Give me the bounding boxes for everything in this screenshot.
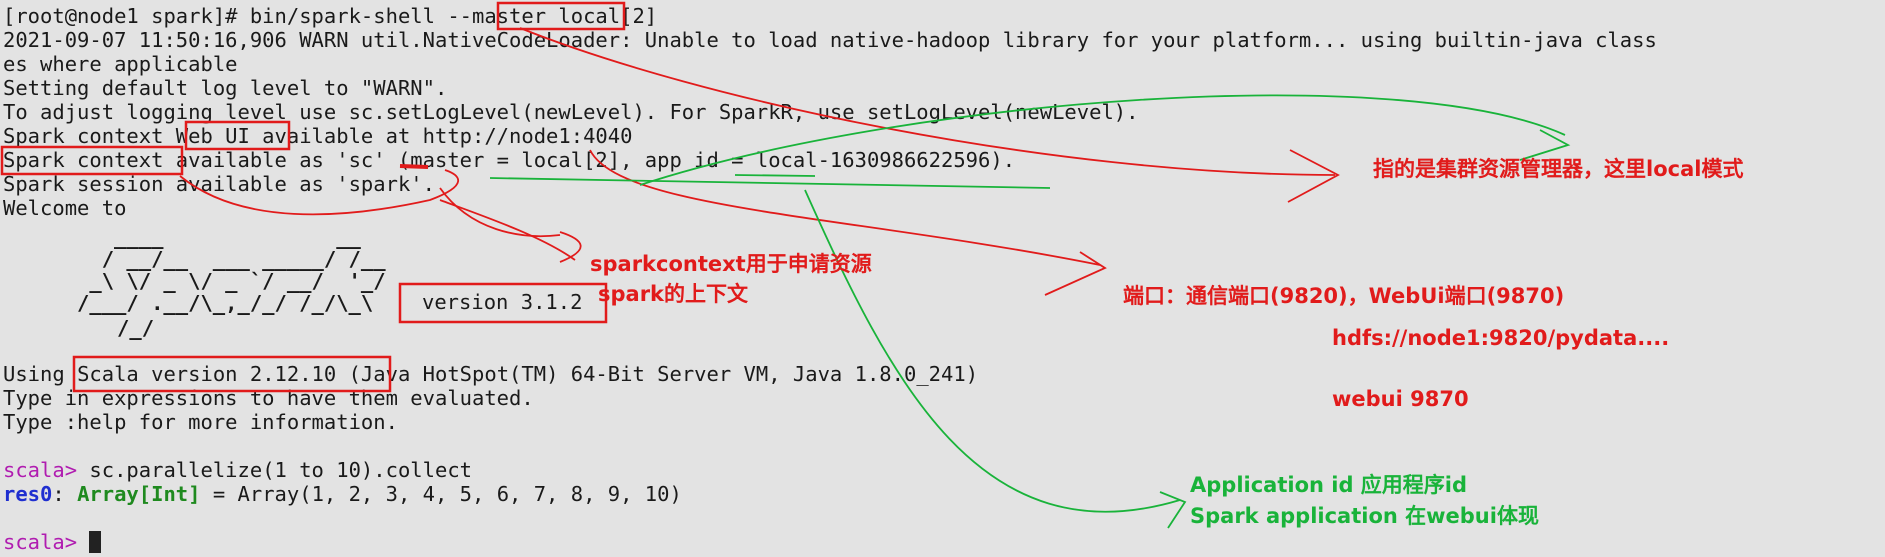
master-annotation: 指的是集群资源管理器，这里local模式 [1373, 157, 1744, 181]
spark-context-annotation: spark的上下文 [598, 282, 749, 306]
text-cursor[interactable] [89, 531, 102, 553]
spark-ascii-logo: ____ __ / __/__ ___ _____/ /__ _\ \/ _ \… [77, 225, 386, 315]
terminal-line-result: res0: Array[Int] = Array(1, 2, 3, 4, 5, … [3, 482, 682, 506]
spark-version-text: version 3.1.2 [422, 290, 583, 314]
terminal-line-warn-wrap: es where applicable [3, 52, 238, 76]
terminal-line-spark-context: Spark context available as 'sc' (master … [3, 148, 1016, 172]
scala-prompt-idle: scala> [3, 530, 78, 554]
app-id-arrow-bottom [804, 189, 1181, 513]
spark-session-arrow-head [559, 231, 582, 263]
sparkcontext-annotation: sparkcontext用于申请资源 [590, 252, 872, 276]
result-name: res0 [3, 482, 53, 506]
spark-ascii-logo-tail: /_/ [43, 316, 155, 340]
terminal-line-type-help: Type :help for more information. [3, 410, 398, 434]
terminal-line-type-expr: Type in expressions to have them evaluat… [3, 386, 534, 410]
terminal-line-web-ui: Spark context Web UI available at http:/… [3, 124, 633, 148]
terminal-line-adjust-logging: To adjust logging level use sc.setLogLev… [3, 100, 1139, 124]
webui-annotation: webui 9870 [1332, 387, 1469, 411]
using-prefix: Using [3, 362, 78, 386]
scala-version: Scala version 2.12.10 [77, 362, 337, 386]
terminal-line-warn: 2021-09-07 11:50:16,906 WARN util.Native… [3, 28, 1657, 52]
master-arrow-head [1287, 149, 1340, 203]
terminal-line-log-level: Setting default log level to "WARN". [3, 76, 448, 100]
session-underline [489, 177, 1051, 189]
app-id-underline [734, 174, 816, 177]
app-id-annotation-2: Spark application 在webui体现 [1190, 504, 1539, 528]
spark-session-arrow [439, 187, 561, 238]
result-colon: : [52, 482, 78, 506]
terminal-line-using-scala: Using Scala version 2.12.10 (Java HotSpo… [3, 362, 978, 386]
port-annotation: 端口：通信端口(9820)，WebUi端口(9870) [1123, 284, 1565, 308]
app-id-annotation-1: Application id 应用程序id [1190, 473, 1468, 497]
terminal-window[interactable]: [root@node1 spark]# bin/spark-shell --ma… [0, 0, 1885, 557]
result-type: Array[Int] [77, 482, 201, 506]
port-arrow-head [1044, 251, 1107, 296]
java-version: (Java HotSpot(TM) 64-Bit Server VM, Java… [336, 362, 979, 386]
terminal-line-command: [root@node1 spark]# bin/spark-shell --ma… [3, 4, 658, 28]
app-id-arrow-bottom-head [1159, 491, 1187, 529]
terminal-line-welcome: Welcome to [3, 196, 127, 220]
scala-command: sc.parallelize(1 to 10).collect [77, 458, 473, 482]
terminal-line-scala-command: scala> sc.parallelize(1 to 10).collect [3, 458, 472, 482]
spark-context-arrow-tail [439, 199, 576, 261]
result-value: = Array(1, 2, 3, 4, 5, 6, 7, 8, 9, 10) [200, 482, 682, 506]
terminal-line-spark-session: Spark session available as 'spark'. [3, 172, 435, 196]
scala-prompt: scala> [3, 458, 78, 482]
terminal-line-prompt-idle[interactable]: scala> [3, 530, 102, 554]
hdfs-annotation: hdfs://node1:9820/pydata.... [1332, 326, 1670, 350]
